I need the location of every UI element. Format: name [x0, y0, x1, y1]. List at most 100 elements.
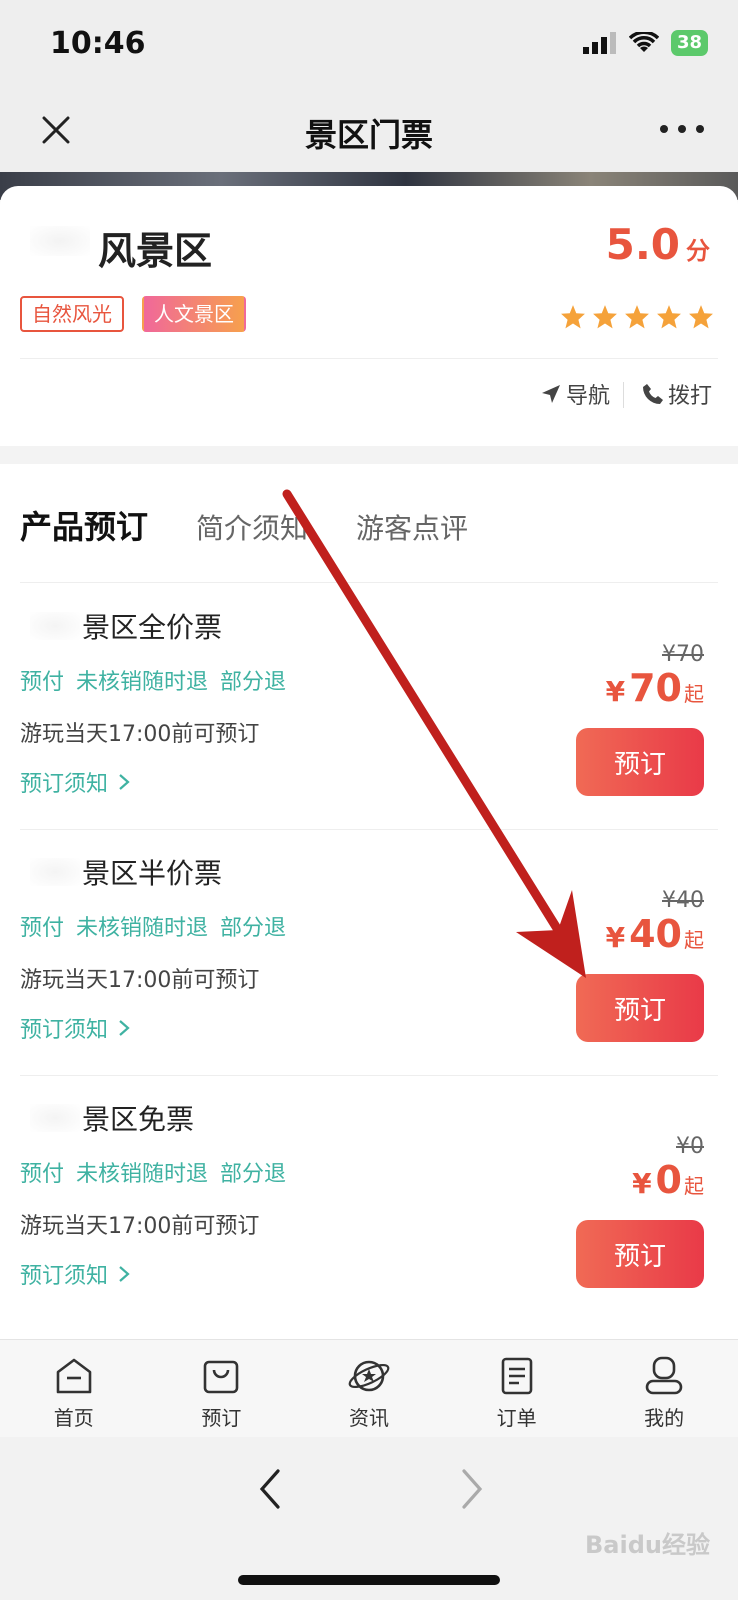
ticket-item: 景区半价票 预付 未核销随时退 部分退 游玩当天17:00前可预订 预订须知 ¥…	[0, 830, 738, 1076]
chevron-right-icon	[119, 1020, 130, 1036]
call-button[interactable]: 拨打	[642, 378, 712, 410]
original-price: ¥0	[676, 1134, 704, 1159]
user-icon	[645, 1356, 683, 1395]
divider	[20, 582, 718, 583]
price-suffix: 起	[684, 1174, 704, 1198]
ticket-tag: 预付	[20, 670, 65, 695]
star-icon	[561, 305, 585, 329]
blurred-name-prefix	[30, 1104, 80, 1132]
section-gap	[0, 446, 738, 464]
ticket-tag: 未核销随时退	[76, 916, 209, 941]
booking-notice-label: 预订须知	[20, 1264, 109, 1289]
planet-icon	[348, 1360, 390, 1392]
home-indicator[interactable]	[238, 1575, 500, 1585]
blurred-name-prefix	[30, 226, 90, 256]
booking-notice-link[interactable]: 预订须知	[20, 1258, 130, 1290]
star-icon	[657, 305, 681, 329]
star-icon	[625, 305, 649, 329]
booking-notice-link[interactable]: 预订须知	[20, 766, 130, 798]
booking-notice-link[interactable]: 预订须知	[20, 1012, 130, 1044]
book-button[interactable]: 预订	[576, 1220, 704, 1288]
navigate-label: 导航	[565, 384, 610, 409]
signal-icon	[582, 32, 616, 54]
book-button[interactable]: 预订	[576, 974, 704, 1042]
ticket-tags: 预付 未核销随时退 部分退	[20, 1156, 286, 1188]
rating: 5.0 分	[606, 220, 710, 269]
tab-label: 预订	[201, 1406, 242, 1430]
watermark: Baidu经验	[585, 1531, 710, 1559]
wifi-icon	[628, 32, 659, 52]
navigation-arrow-icon	[541, 385, 560, 403]
scenic-name: 风景区	[98, 229, 213, 273]
price-suffix: 起	[684, 928, 704, 952]
price-value: 0	[655, 1158, 682, 1202]
home-icon	[56, 1358, 92, 1394]
price-value: 40	[629, 912, 682, 956]
tab-orders[interactable]: 订单	[443, 1340, 591, 1437]
current-price: ¥ 70 起	[606, 666, 704, 710]
tab-news[interactable]: 资讯	[295, 1340, 443, 1437]
ticket-time-limit: 游玩当天17:00前可预订	[20, 722, 260, 747]
ticket-name: 景区全价票	[82, 611, 223, 644]
status-time: 10:46	[50, 26, 146, 61]
ticket-tags: 预付 未核销随时退 部分退	[20, 910, 286, 942]
tab-label: 首页	[53, 1406, 94, 1430]
tab-reviews[interactable]: 游客点评	[356, 507, 468, 547]
scenic-info-card: 风景区 5.0 分 自然风光 人文景区 导航 拨打	[0, 186, 738, 446]
document-icon	[501, 1357, 532, 1395]
ticket-item: 景区免票 预付 未核销随时退 部分退 游玩当天17:00前可预订 预订须知 ¥0…	[0, 1076, 738, 1322]
tab-products[interactable]: 产品预订	[20, 502, 148, 548]
ticket-item: 景区全价票 预付 未核销随时退 部分退 游玩当天17:00前可预订 预订须知 ¥…	[0, 584, 738, 830]
currency-symbol: ¥	[605, 921, 626, 954]
tab-label: 订单	[496, 1406, 537, 1430]
call-label: 拨打	[667, 384, 712, 409]
ticket-tag: 未核销随时退	[76, 670, 209, 695]
tag-culture: 人文景区	[142, 296, 246, 332]
current-price: ¥ 40 起	[606, 912, 704, 956]
ticket-tag: 部分退	[220, 916, 287, 941]
ticket-name: 景区免票	[82, 1103, 195, 1136]
book-button[interactable]: 预订	[576, 728, 704, 796]
nav-bar: 景区门票	[0, 92, 738, 172]
price-value: 70	[629, 666, 682, 710]
blurred-name-prefix	[30, 612, 80, 640]
star-icon	[689, 305, 713, 329]
tab-booking[interactable]: 预订	[148, 1340, 296, 1437]
bag-icon	[204, 1360, 239, 1394]
currency-symbol: ¥	[605, 675, 626, 708]
back-chevron-icon[interactable]	[252, 1467, 288, 1511]
divider	[20, 358, 718, 359]
ticket-tag: 预付	[20, 916, 65, 941]
chevron-right-icon	[119, 774, 130, 790]
ticket-tag: 未核销随时退	[76, 1162, 209, 1187]
ticket-time-limit: 游玩当天17:00前可预订	[20, 968, 260, 993]
price-suffix: 起	[684, 682, 704, 706]
ticket-tags: 预付 未核销随时退 部分退	[20, 664, 286, 696]
products-section: 产品预订 简介须知 游客点评 景区全价票 预付 未核销随时退 部分退 游玩当天1…	[0, 464, 738, 1339]
ticket-tag: 部分退	[220, 1162, 287, 1187]
tab-profile[interactable]: 我的	[590, 1340, 738, 1437]
tag-nature: 自然风光	[20, 296, 124, 332]
ticket-tag: 预付	[20, 1162, 65, 1187]
original-price: ¥40	[662, 888, 704, 913]
currency-symbol: ¥	[632, 1167, 652, 1200]
ticket-time-limit: 游玩当天17:00前可预订	[20, 1214, 260, 1239]
status-bar: 10:46 38	[0, 0, 738, 92]
navigate-button[interactable]: 导航	[540, 378, 610, 410]
current-price: ¥ 0 起	[632, 1158, 704, 1202]
browser-toolbar: Baidu经验	[0, 1437, 738, 1600]
tab-home[interactable]: 首页	[0, 1340, 148, 1437]
tab-intro[interactable]: 简介须知	[196, 507, 308, 547]
star-icon	[593, 305, 617, 329]
forward-chevron-icon[interactable]	[454, 1467, 490, 1511]
chevron-right-icon	[119, 1266, 130, 1282]
bottom-tab-bar: 首页 预订 资讯 订单 我的	[0, 1339, 738, 1437]
ticket-tag: 部分退	[220, 670, 287, 695]
battery-indicator: 38	[670, 30, 708, 56]
tab-bar: 产品预订 简介须知 游客点评	[20, 502, 516, 548]
status-icons: 38	[582, 30, 708, 56]
blurred-name-prefix	[30, 858, 80, 886]
page-title: 景区门票	[304, 116, 433, 154]
tab-label: 资讯	[348, 1406, 389, 1430]
more-icon[interactable]	[656, 114, 708, 144]
